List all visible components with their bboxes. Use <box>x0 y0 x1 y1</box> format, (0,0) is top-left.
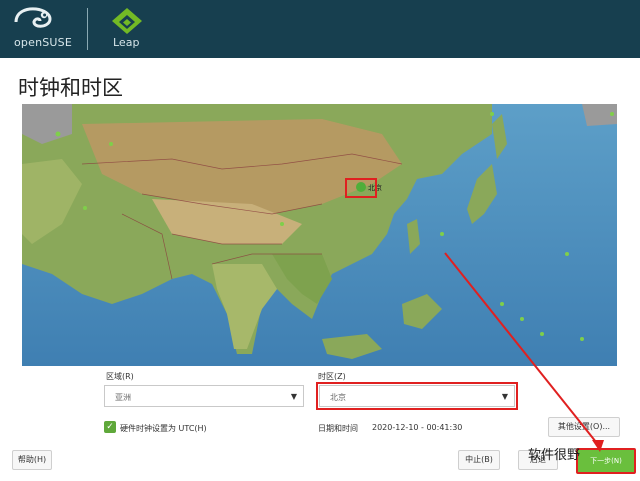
next-button[interactable]: 下一步(N) <box>576 448 636 474</box>
next-button-label: 下一步(N) <box>590 457 622 465</box>
timezone-select-highlight <box>316 382 518 410</box>
watermark-text: 软件很野 <box>528 448 581 463</box>
utc-checkbox-label: 硬件时钟设置为 UTC(H) <box>120 424 207 433</box>
other-settings-button[interactable]: 其他设置(O)... <box>548 417 620 437</box>
datetime-value: 2020-12-10 - 00:41:30 <box>372 423 463 432</box>
selected-city-highlight <box>345 178 377 198</box>
timezone-map[interactable]: 北京 <box>22 104 617 366</box>
region-select[interactable]: 亚洲 ▼ <box>104 385 304 407</box>
header-divider <box>87 8 88 50</box>
help-button[interactable]: 帮助(H) <box>12 450 52 470</box>
region-select-value: 亚洲 <box>115 393 131 402</box>
utc-checkbox[interactable]: ✓ <box>104 421 116 433</box>
leap-wordmark: Leap <box>113 36 140 49</box>
back-button[interactable]: 中止(B) <box>458 450 500 470</box>
region-label: 区域(R) <box>106 372 134 381</box>
page-title: 时钟和时区 <box>18 76 123 100</box>
top-header-bar: openSUSE Leap <box>0 0 640 58</box>
timezone-label: 时区(Z) <box>318 372 346 381</box>
opensuse-wordmark: openSUSE <box>14 36 73 49</box>
chevron-down-icon: ▼ <box>290 392 297 401</box>
leap-logo: Leap <box>110 6 144 52</box>
opensuse-logo: openSUSE <box>14 6 72 52</box>
datetime-label: 日期和时间 <box>318 424 358 433</box>
